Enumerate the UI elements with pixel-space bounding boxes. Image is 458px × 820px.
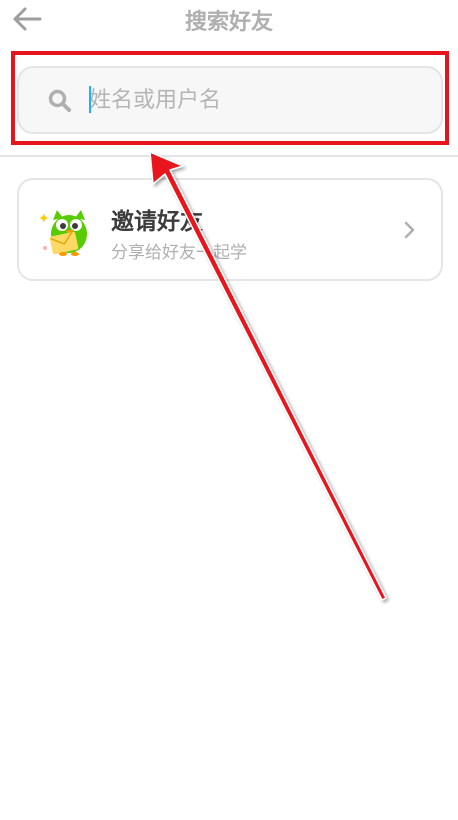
- invite-friends-card[interactable]: 邀请好友 分享给好友一起学: [17, 178, 443, 281]
- search-field[interactable]: [17, 66, 443, 134]
- invite-title: 邀请好友: [111, 209, 203, 235]
- page-title: 搜索好友: [184, 10, 273, 35]
- header-bar: 搜索好友: [0, 0, 458, 40]
- divider: [0, 155, 458, 157]
- owl-mascot-icon: [39, 210, 87, 256]
- search-input[interactable]: [89, 80, 429, 120]
- text-cursor: [89, 86, 91, 113]
- chevron-right-icon: [404, 221, 415, 239]
- invite-subtitle: 分享给好友一起学: [111, 243, 247, 263]
- search-friends-screen: 搜索好友 姓名或用户名 邀请好友 分享给好友一起学: [0, 0, 458, 820]
- search-icon: [48, 89, 71, 112]
